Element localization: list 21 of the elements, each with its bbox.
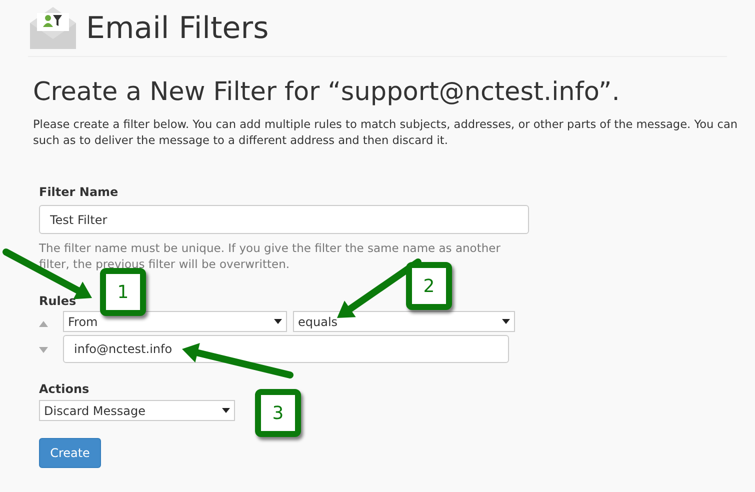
page-title: Email Filters: [86, 10, 269, 46]
callout-number: 1: [100, 268, 146, 316]
filter-name-input[interactable]: Test Filter: [39, 205, 529, 234]
intro-text: Please create a filter below. You can add multiple rules to match subjects, addresses, or other parts of the message. You can such as to deliver the message to a different address and then discard it.: [33, 117, 739, 149]
move-down-icon[interactable]: [39, 347, 48, 353]
callout-number: 2: [406, 262, 452, 310]
field-label: Actions: [39, 382, 90, 396]
envelope-filter-icon: [28, 5, 78, 51]
caret-icon: [274, 319, 282, 324]
field-label: Filter Name: [39, 185, 118, 199]
caret-icon: [502, 319, 510, 324]
callout-number: 3: [255, 389, 301, 437]
create-button[interactable]: Create: [39, 438, 101, 468]
caret-icon: [222, 408, 230, 413]
rule-value-input[interactable]: info@nctest.info: [63, 335, 509, 363]
field-dropdown[interactable]: From: [63, 311, 287, 332]
move-up-icon[interactable]: [39, 321, 48, 327]
operator-dropdown[interactable]: equals: [293, 311, 515, 332]
action-dropdown[interactable]: Discard Message: [39, 400, 235, 421]
form-heading: Create a New Filter for “support@nctest.info”.: [33, 77, 621, 107]
field-label: Rules: [39, 294, 76, 308]
